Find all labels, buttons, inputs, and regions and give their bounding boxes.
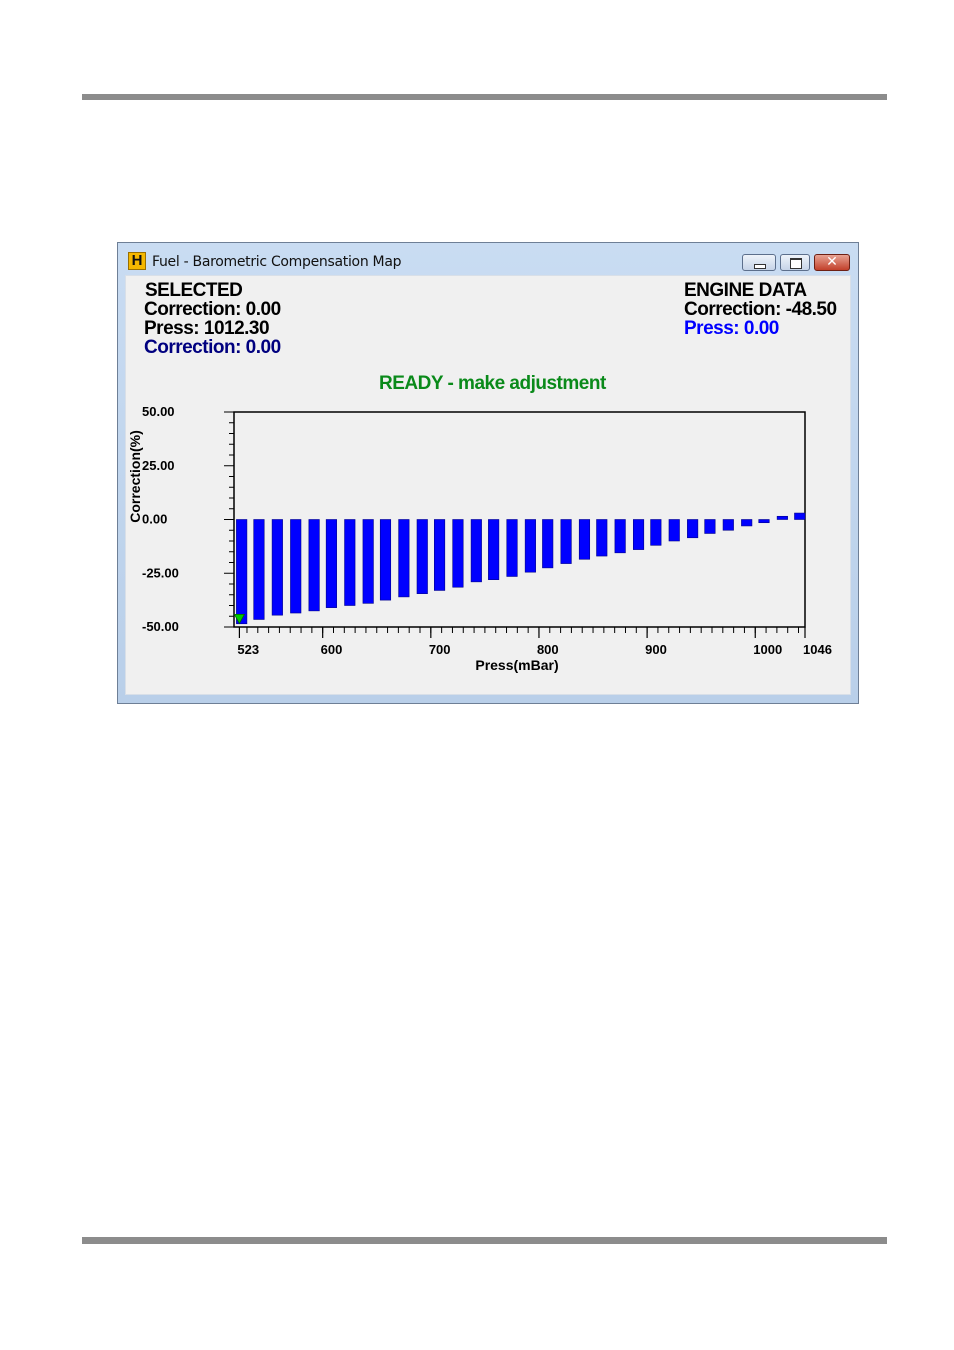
chart-bar	[398, 519, 410, 598]
x-tick-label: 600	[321, 642, 343, 657]
chart-bar	[253, 519, 265, 620]
chart-bar	[542, 519, 554, 569]
top-rule	[82, 94, 887, 100]
minimize-icon	[754, 264, 766, 269]
chart-bar	[560, 519, 572, 564]
chart-bar	[470, 519, 482, 583]
chart-bar	[524, 519, 536, 573]
chart-bar	[650, 519, 662, 546]
x-tick-label: 700	[429, 642, 451, 657]
x-tick-label: 1000	[753, 642, 782, 657]
chart-bar	[344, 519, 356, 606]
title-bar[interactable]: H Fuel - Barometric Compensation Map ✕	[118, 243, 858, 275]
chart-bar	[452, 519, 464, 588]
chart-bar	[379, 519, 392, 601]
chart-bar	[632, 519, 645, 550]
y-tick-label: 0.00	[142, 512, 167, 527]
chart-bar	[776, 515, 788, 520]
minimize-button[interactable]	[742, 254, 776, 271]
window-title: Fuel - Barometric Compensation Map	[152, 254, 402, 270]
chart-bar	[596, 519, 608, 557]
chart-bar	[236, 519, 248, 625]
app-logo-icon: H	[128, 252, 146, 270]
x-tick-label: 523	[237, 642, 259, 657]
chart-bar	[722, 519, 734, 531]
x-tick-label: 1046	[803, 642, 832, 657]
y-tick-label: 25.00	[142, 458, 175, 473]
barometric-compensation-window: H Fuel - Barometric Compensation Map ✕ S…	[117, 242, 859, 704]
y-axis-title: Correction(%)	[127, 430, 143, 523]
x-tick-label: 900	[645, 642, 667, 657]
chart-bar	[488, 519, 500, 581]
y-tick-label: -50.00	[142, 619, 179, 634]
chart-bar	[668, 519, 680, 542]
chart-bar	[362, 519, 374, 604]
chart-bar	[506, 519, 518, 577]
chart-bar	[434, 519, 446, 591]
chart-bar	[687, 519, 699, 539]
x-tick-label: 800	[537, 642, 559, 657]
bottom-rule	[82, 1237, 887, 1244]
chart-bar	[271, 519, 283, 616]
chart-bar	[741, 519, 753, 527]
chart-bar	[308, 519, 320, 612]
chart-bar	[416, 519, 428, 594]
chart-bar	[758, 519, 770, 524]
compensation-bar-chart[interactable]: 50.00 25.00 0.00 -25.00 -50.00 523 600 700 800 90…	[125, 275, 851, 695]
close-icon: ✕	[826, 254, 838, 270]
close-button[interactable]: ✕	[814, 254, 850, 271]
chart-bar	[794, 512, 806, 520]
chart-bar	[578, 519, 591, 560]
y-tick-label: 50.00	[142, 404, 175, 419]
chart-bar	[614, 519, 626, 554]
maximize-icon	[790, 258, 802, 269]
x-axis-title: Press(mBar)	[475, 657, 558, 673]
chart-bar	[290, 519, 302, 614]
maximize-button[interactable]	[780, 254, 810, 271]
y-tick-label: -25.00	[142, 565, 179, 580]
map-client-area: SELECTED Correction: 0.00 Press: 1012.30…	[125, 275, 851, 695]
chart-bar	[704, 519, 716, 534]
chart-bar	[325, 519, 337, 608]
